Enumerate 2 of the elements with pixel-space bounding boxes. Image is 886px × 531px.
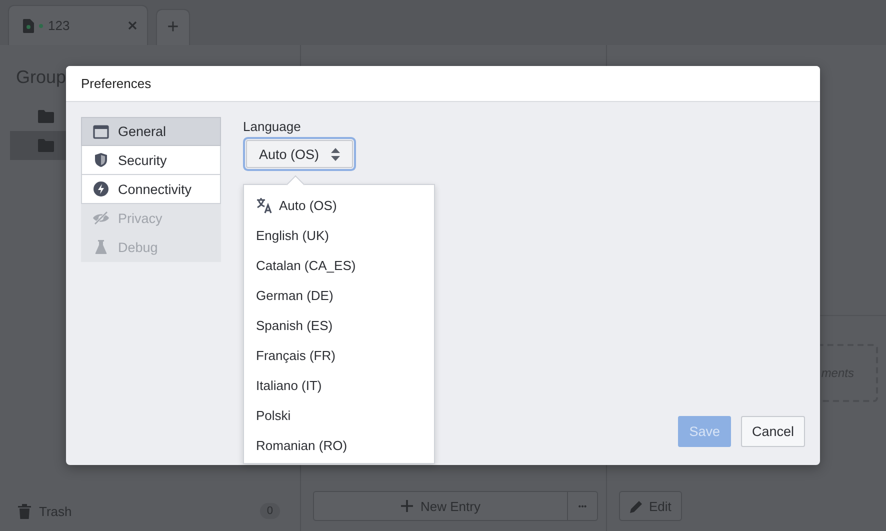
dialog-title: Preferences xyxy=(81,76,152,91)
language-label: Language xyxy=(243,119,301,134)
